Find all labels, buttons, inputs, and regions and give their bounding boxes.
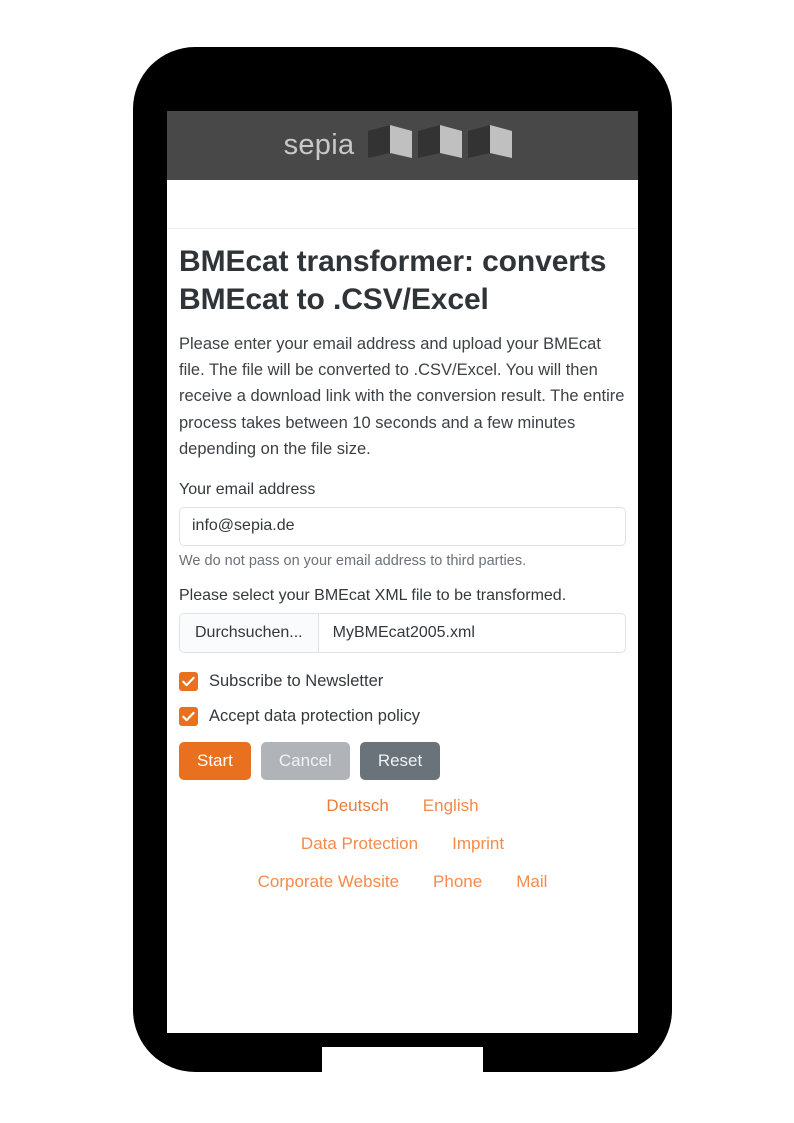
file-input-row[interactable]: Durchsuchen... MyBMEcat2005.xml [179,612,626,653]
footer-legal-row: Data Protection Imprint [179,834,626,854]
link-mail[interactable]: Mail [516,872,547,892]
site-header: sepia [167,111,638,180]
page-title: BMEcat transformer: converts BMEcat to .… [179,245,607,316]
checkbox-privacy-checked-icon[interactable] [179,706,198,726]
sepia-logo-icon [366,122,521,169]
phone-screen: sepia BMEcat transformer: converts BMEca… [167,111,638,1033]
link-corporate-website[interactable]: Corporate Website [258,872,399,892]
email-help-text: We do not pass on your email address to … [179,552,527,569]
link-data-protection[interactable]: Data Protection [301,834,418,854]
phone-device-frame: sepia BMEcat transformer: converts BMEca… [133,47,672,1085]
page-content: BMEcat transformer: converts BMEcat to .… [167,229,638,892]
footer-language-row: Deutsch English [179,796,626,816]
footer-contact-row: Corporate Website Phone Mail [179,872,626,892]
link-deutsch[interactable]: Deutsch [326,796,388,816]
link-english[interactable]: English [423,796,479,816]
start-button[interactable]: Start [179,741,251,780]
cancel-button[interactable]: Cancel [260,741,350,780]
email-input[interactable] [179,506,626,546]
reset-button[interactable]: Reset [359,741,441,780]
email-label: Your email address [179,480,316,498]
form-button-row: Start Cancel Reset [179,741,626,780]
link-phone[interactable]: Phone [433,872,482,892]
intro-paragraph: Please enter your email address and uplo… [179,334,625,459]
checkbox-newsletter-checked-icon[interactable] [179,671,198,691]
file-label: Please select your BMEcat XML file to be… [179,586,567,604]
screenshot-root: sepia BMEcat transformer: converts BMEca… [0,0,794,1123]
header-divider-band [167,180,638,229]
checkbox-newsletter-label: Subscribe to Newsletter [209,671,384,690]
brand-name: sepia [283,129,355,161]
checkbox-privacy-label: Accept data protection policy [209,706,420,725]
file-browse-button[interactable]: Durchsuchen... [180,613,319,652]
home-button[interactable] [322,1047,483,1085]
file-selected-name: MyBMEcat2005.xml [332,623,475,641]
checkbox-row-privacy[interactable]: Accept data protection policy [179,706,626,726]
link-imprint[interactable]: Imprint [452,834,504,854]
checkbox-row-newsletter[interactable]: Subscribe to Newsletter [179,671,626,691]
